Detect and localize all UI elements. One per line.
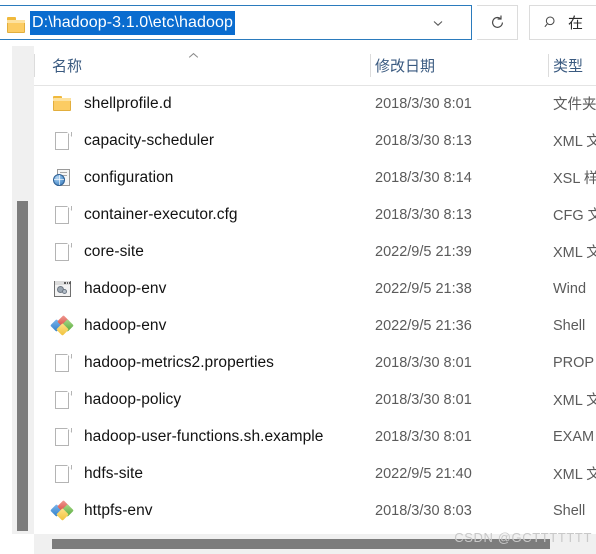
file-name-label: core-site	[84, 242, 144, 260]
file-type-cell: CFG 文	[553, 208, 596, 224]
file-name-label: hadoop-env	[84, 316, 167, 334]
table-row[interactable]: httpfs-env 2018/3/30 8:03 Shell	[34, 492, 596, 529]
file-name-label: shellprofile.d	[84, 94, 172, 112]
file-name-cell[interactable]: core-site	[52, 233, 144, 270]
cmd-script-icon	[52, 279, 73, 299]
table-row[interactable]: shellprofile.d 2018/3/30 8:01 文件夹	[34, 85, 596, 122]
file-date-cell: 2018/3/30 8:14	[375, 169, 472, 186]
vertical-scrollbar-thumb[interactable]	[17, 201, 28, 531]
search-box[interactable]: 在	[529, 5, 596, 40]
file-name-cell[interactable]: configuration	[52, 159, 173, 196]
address-bar[interactable]: D:\hadoop-3.1.0\etc\hadoop	[0, 5, 472, 40]
file-name-cell[interactable]: hdfs-site	[52, 455, 143, 492]
file-type-cell: EXAM	[553, 428, 595, 445]
file-date-cell: 2018/3/30 8:01	[375, 391, 472, 408]
scrollbar-corner	[0, 534, 34, 554]
file-name-cell[interactable]: hadoop-env	[50, 307, 167, 344]
file-type-cell: XML 文	[553, 467, 596, 483]
file-name-cell[interactable]: container-executor.cfg	[52, 196, 238, 233]
file-name-cell[interactable]: hadoop-metrics2.properties	[52, 344, 274, 381]
table-row[interactable]: hdfs-site 2022/9/5 21:40 XML 文	[34, 455, 596, 492]
file-name-label: httpfs-env	[84, 501, 153, 519]
table-row[interactable]: container-executor.cfg 2018/3/30 8:13 CFG …	[34, 196, 596, 233]
sort-ascending-caret-icon	[188, 52, 199, 60]
file-name-cell[interactable]: httpfs-env	[50, 492, 153, 529]
document-icon	[52, 427, 73, 447]
file-date-cell: 2022/9/5 21:39	[375, 243, 472, 260]
file-type-cell: Shell	[553, 317, 586, 334]
file-date-cell: 2022/9/5 21:36	[375, 317, 472, 334]
table-row[interactable]: core-site 2022/9/5 21:39 XML 文	[34, 233, 596, 270]
search-icon	[544, 15, 559, 30]
file-explorer-window: D:\hadoop-3.1.0\etc\hadoop 在 名称 修改日期 类型 …	[0, 0, 596, 554]
column-header-date-modified[interactable]: 修改日期	[375, 46, 435, 85]
file-date-cell: 2018/3/30 8:01	[375, 354, 472, 371]
file-name-label: hadoop-policy	[84, 390, 182, 408]
column-header-type[interactable]: 类型	[553, 46, 583, 85]
document-icon	[52, 242, 73, 262]
file-date-cell: 2022/9/5 21:40	[375, 465, 472, 482]
file-name-label: hadoop-user-functions.sh.example	[84, 427, 324, 445]
explorer-toolbar: D:\hadoop-3.1.0\etc\hadoop 在	[0, 0, 596, 46]
file-list-panel: 名称 修改日期 类型 shellprofile.d 2018/3/30 8:01 文…	[34, 46, 596, 534]
folder-icon	[6, 15, 25, 33]
document-icon	[52, 205, 73, 225]
file-date-cell: 2018/3/30 8:13	[375, 132, 472, 149]
document-icon	[52, 353, 73, 373]
address-path-text[interactable]: D:\hadoop-3.1.0\etc\hadoop	[30, 10, 235, 35]
file-type-cell: XSL 样	[553, 171, 596, 187]
file-name-label: configuration	[84, 168, 174, 186]
table-row[interactable]: hadoop-policy 2018/3/30 8:01 XML 文	[34, 381, 596, 418]
file-name-label: container-executor.cfg	[84, 205, 238, 223]
file-name-label: hadoop-env	[84, 279, 167, 297]
file-rows: shellprofile.d 2018/3/30 8:01 文件夹 capacity-…	[34, 85, 596, 534]
column-divider	[34, 54, 35, 77]
file-type-cell: XML 文	[553, 393, 596, 409]
table-row[interactable]: hadoop-metrics2.properties 2018/3/30 8:01…	[34, 344, 596, 381]
folder-icon	[52, 94, 73, 114]
column-header-name[interactable]: 名称	[52, 46, 82, 85]
shell-script-icon	[50, 499, 74, 521]
file-name-cell[interactable]: hadoop-env	[52, 270, 166, 307]
table-row[interactable]: capacity-scheduler 2018/3/30 8:13 XML 文	[34, 122, 596, 159]
search-input[interactable]: 在	[568, 12, 583, 33]
file-name-cell[interactable]: capacity-scheduler	[52, 122, 214, 159]
document-icon	[52, 131, 73, 151]
file-date-cell: 2022/9/5 21:38	[375, 280, 472, 297]
file-date-cell: 2018/3/30 8:03	[375, 502, 472, 519]
document-icon	[52, 390, 73, 410]
file-type-cell: XML 文	[553, 245, 596, 261]
table-row[interactable]: hadoop-user-functions.sh.example 2018/3/3…	[34, 418, 596, 455]
file-type-cell: 文件夹	[553, 97, 596, 113]
file-name-label: hadoop-metrics2.properties	[84, 353, 274, 371]
file-name-cell[interactable]: hadoop-user-functions.sh.example	[52, 418, 323, 455]
file-type-cell: Shell	[553, 502, 586, 519]
table-row[interactable]: configuration 2018/3/30 8:14 XSL 样	[34, 159, 596, 196]
refresh-button[interactable]	[477, 5, 518, 40]
shell-script-icon	[50, 314, 74, 336]
file-type-cell: Wind	[553, 280, 587, 297]
xsl-stylesheet-icon	[52, 168, 73, 188]
table-row[interactable]: hadoop-env 2022/9/5 21:38 Wind	[34, 270, 596, 307]
column-header-row: 名称 修改日期 类型	[34, 46, 596, 86]
navigation-pane: 载	[0, 46, 12, 534]
table-row[interactable]: hadoop-env 2022/9/5 21:36 Shell	[34, 307, 596, 344]
watermark: CSDN @GCTTTTTTT	[454, 530, 592, 545]
column-divider[interactable]	[370, 54, 371, 77]
file-name-label: capacity-scheduler	[84, 131, 215, 149]
chevron-down-icon[interactable]	[431, 16, 445, 30]
file-date-cell: 2018/3/30 8:01	[375, 428, 472, 445]
file-type-cell: XML 文	[553, 134, 596, 150]
file-type-cell: PROP	[553, 354, 595, 371]
document-icon	[52, 464, 73, 484]
file-name-label: hdfs-site	[84, 464, 144, 482]
file-date-cell: 2018/3/30 8:01	[375, 95, 472, 112]
column-divider[interactable]	[548, 54, 549, 77]
file-name-cell[interactable]: shellprofile.d	[52, 85, 172, 122]
vertical-scrollbar[interactable]	[12, 46, 34, 534]
file-date-cell: 2018/3/30 8:13	[375, 206, 472, 223]
file-name-cell[interactable]: hadoop-policy	[52, 381, 181, 418]
